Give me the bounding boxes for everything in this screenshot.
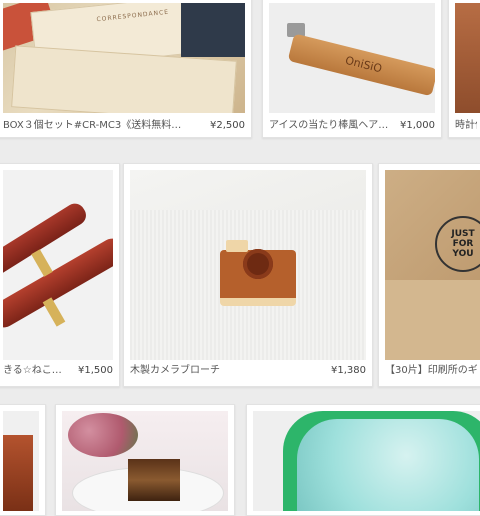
product-card[interactable] <box>0 404 46 516</box>
postcard-text: CORRESPONDANCE <box>96 8 170 24</box>
product-price: ¥1,500 <box>78 365 113 376</box>
product-card[interactable]: CORRESPONDANCE BOX３個セット#CR-MC3《送料無料… ¥2,… <box>0 0 252 138</box>
product-price: ¥1,000 <box>400 120 435 131</box>
product-image[interactable]: CORRESPONDANCE <box>3 3 245 113</box>
product-card[interactable] <box>246 404 480 516</box>
product-card[interactable]: JUST FOR YOU 【30片】印刷所のギフ <box>378 163 480 387</box>
product-card[interactable]: きる☆ねこ… ¥1,500 <box>0 163 120 387</box>
product-title[interactable]: アイスの当たり棒風ヘア… <box>269 115 394 137</box>
product-price: ¥1,380 <box>331 365 366 376</box>
stamp-text: JUST FOR YOU <box>451 229 475 259</box>
product-title[interactable]: 木製カメラブローチ <box>130 360 325 382</box>
clip-engraving: OniSiO <box>343 53 384 76</box>
product-title[interactable]: きる☆ねこ… <box>3 360 72 382</box>
product-price: ¥2,500 <box>210 120 245 131</box>
product-image[interactable]: OniSiO <box>269 3 435 113</box>
product-title[interactable]: 【30片】印刷所のギフ <box>385 360 477 382</box>
product-card[interactable] <box>55 404 235 516</box>
stamp-seal: JUST FOR YOU <box>435 216 480 272</box>
product-card[interactable]: 木製カメラブローチ ¥1,380 <box>123 163 373 387</box>
product-image[interactable] <box>3 411 39 511</box>
product-image[interactable] <box>3 170 113 360</box>
product-image[interactable] <box>62 411 228 511</box>
product-title[interactable]: 時計仕 <box>455 115 477 137</box>
product-image[interactable] <box>253 411 480 511</box>
product-image[interactable] <box>455 3 480 113</box>
product-image[interactable]: JUST FOR YOU <box>385 170 480 360</box>
product-image[interactable] <box>130 170 366 360</box>
product-card[interactable]: OniSiO アイスの当たり棒風ヘア… ¥1,000 <box>262 0 442 138</box>
product-card[interactable]: 時計仕 <box>448 0 480 138</box>
product-title[interactable]: BOX３個セット#CR-MC3《送料無料… <box>3 115 204 137</box>
